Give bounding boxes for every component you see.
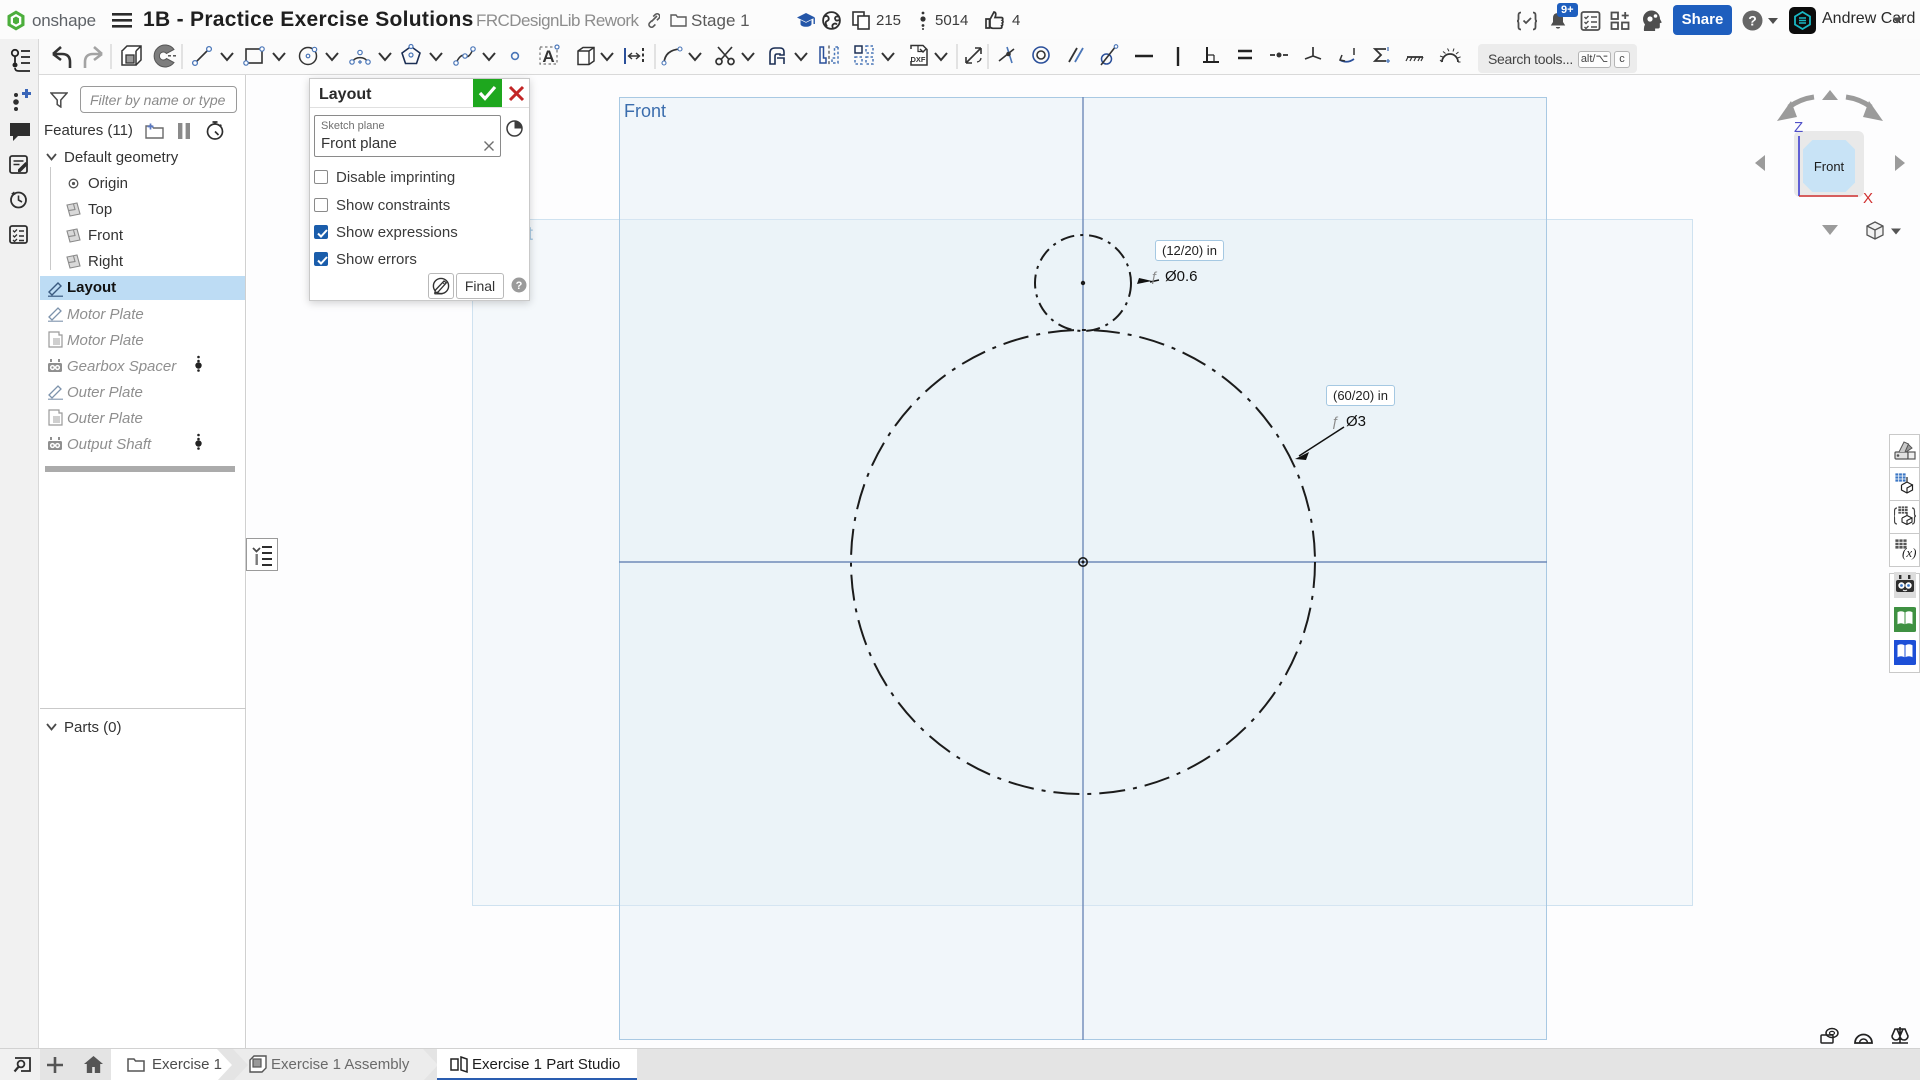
svg-text:?: ? bbox=[1748, 13, 1757, 29]
svg-text:A: A bbox=[542, 47, 554, 66]
svg-text:Z: Z bbox=[1794, 119, 1803, 136]
svg-text:(x): (x) bbox=[1902, 545, 1916, 560]
svg-text:X: X bbox=[1863, 190, 1873, 207]
svg-text:?: ? bbox=[516, 280, 523, 292]
svg-text:DXF: DXF bbox=[911, 55, 926, 64]
